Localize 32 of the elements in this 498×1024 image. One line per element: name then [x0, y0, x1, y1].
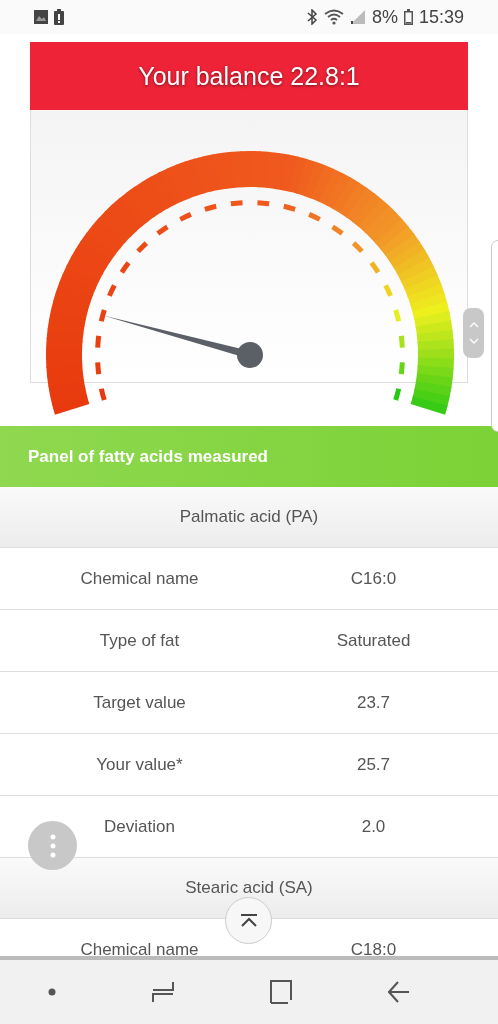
- battery-percent: 8%: [371, 6, 398, 28]
- up-down-icon: [468, 320, 479, 346]
- wifi-icon: [323, 9, 344, 25]
- clock: 15:39: [418, 6, 464, 28]
- battery-icon: [403, 9, 413, 25]
- battery-alert-icon: [54, 9, 64, 25]
- table-cell: 25.7: [356, 754, 391, 775]
- bluetooth-icon: [305, 9, 318, 25]
- table-cell: Chemical name: [80, 568, 199, 589]
- table-cell: Type of fat: [99, 630, 180, 651]
- gallery-icon: [34, 10, 48, 24]
- acid-header: Palmatic acid (PA): [0, 487, 498, 548]
- home-icon[interactable]: [270, 980, 292, 1004]
- table-cell: 23.7: [356, 692, 391, 713]
- more-icon: [49, 833, 56, 858]
- dot-icon[interactable]: [48, 988, 56, 996]
- signal-icon: [349, 9, 366, 25]
- back-icon[interactable]: [388, 980, 410, 1004]
- recent-apps-icon[interactable]: [152, 980, 174, 1004]
- table-cell: Target value: [93, 692, 186, 713]
- table-cell: C16:0: [350, 568, 397, 589]
- acid-header: Stearic acid (SA): [0, 858, 498, 919]
- table-cell: 2.0: [361, 816, 386, 837]
- balance-banner: Your balance 22.8:1: [30, 42, 468, 110]
- table-cell: Chemical name: [80, 939, 199, 960]
- scroll-handle[interactable]: [463, 308, 484, 358]
- scroll-to-top-icon: [239, 913, 258, 928]
- table-cell: Deviation: [104, 816, 175, 837]
- table-cell: Saturated: [336, 630, 411, 651]
- panel-title: Panel of fatty acids measured: [28, 446, 268, 467]
- table-cell: Your value*: [96, 754, 183, 775]
- table-cell: C18:0: [350, 939, 397, 960]
